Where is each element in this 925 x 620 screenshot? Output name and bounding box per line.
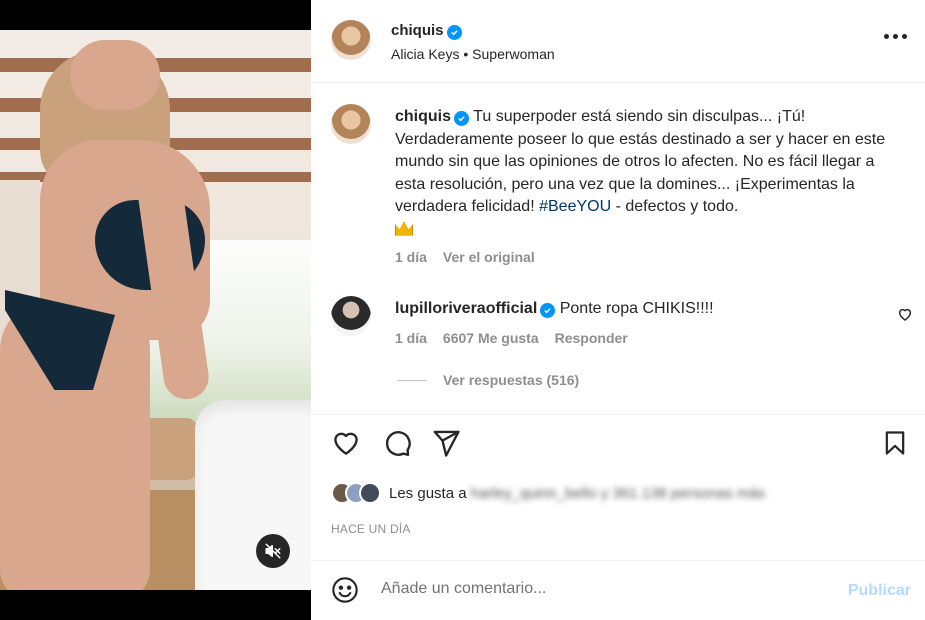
liker-avatar bbox=[359, 482, 381, 504]
share-icon[interactable] bbox=[431, 428, 461, 458]
emoji-icon[interactable] bbox=[331, 576, 359, 604]
username-text[interactable]: chiquis bbox=[391, 22, 444, 39]
view-replies-label[interactable]: Ver respuestas (516) bbox=[443, 372, 579, 388]
reply-button[interactable]: Responder bbox=[555, 330, 628, 346]
likes-summary[interactable]: Les gusta a harley_quinn_bello y 361.138… bbox=[331, 482, 765, 504]
post-media[interactable] bbox=[0, 0, 311, 620]
divider bbox=[311, 82, 925, 83]
post-header: chiquis Alicia Keys • Superwoman bbox=[311, 0, 925, 82]
audio-artist[interactable]: Alicia Keys bbox=[391, 46, 459, 62]
caption-username[interactable]: chiquis bbox=[395, 108, 451, 125]
bookmark-icon[interactable] bbox=[881, 428, 909, 458]
crown-icon bbox=[395, 221, 413, 236]
post-details-panel: chiquis Alicia Keys • Superwoman chiquis… bbox=[311, 0, 925, 620]
likes-prefix: Les gusta a bbox=[389, 484, 467, 502]
publish-button[interactable]: Publicar bbox=[848, 582, 911, 600]
comment-time[interactable]: 1 día bbox=[395, 330, 427, 346]
see-original-link[interactable]: Ver el original bbox=[443, 249, 535, 265]
verified-badge-icon bbox=[454, 111, 470, 126]
avatar[interactable] bbox=[331, 296, 371, 336]
comment-text: lupilloriveraofficial Ponte ropa CHIKIS!… bbox=[395, 300, 714, 318]
comment-body: Ponte ropa CHIKIS!!!! bbox=[559, 300, 714, 317]
speaker-muted-icon bbox=[265, 543, 281, 559]
caption-body-end: - defectos y todo. bbox=[611, 198, 739, 215]
comment-heart-icon[interactable] bbox=[897, 306, 913, 322]
divider bbox=[311, 560, 925, 561]
comment-icon[interactable] bbox=[382, 428, 412, 458]
post-author[interactable]: chiquis bbox=[391, 22, 462, 40]
view-replies[interactable]: Ver respuestas (516) bbox=[397, 372, 579, 388]
comment-input[interactable] bbox=[381, 580, 821, 598]
bed bbox=[195, 400, 311, 590]
replies-line bbox=[397, 379, 427, 381]
caption-meta: 1 día Ver el original bbox=[395, 249, 535, 265]
mute-button[interactable] bbox=[256, 534, 290, 568]
verified-badge-icon bbox=[540, 303, 556, 318]
avatar[interactable] bbox=[331, 20, 371, 60]
post-video[interactable] bbox=[0, 30, 311, 590]
divider bbox=[311, 414, 925, 415]
caption-time[interactable]: 1 día bbox=[395, 249, 427, 265]
face bbox=[70, 40, 160, 110]
caption-text: chiquis Tu superpoder está siendo sin di… bbox=[395, 106, 895, 241]
likes-blurred[interactable]: harley_quinn_bello y 361.138 personas má… bbox=[471, 485, 765, 502]
audio-separator: • bbox=[463, 46, 469, 62]
post-timestamp[interactable]: HACE UN DÍA bbox=[331, 522, 411, 536]
comment-likes[interactable]: 6607 Me gusta bbox=[443, 330, 539, 346]
likes-text: Les gusta a harley_quinn_bello y 361.138… bbox=[389, 485, 765, 502]
comment-meta: 1 día 6607 Me gusta Responder bbox=[395, 330, 628, 346]
verified-badge-icon bbox=[446, 25, 462, 40]
post-actions bbox=[311, 428, 925, 464]
more-options-icon[interactable] bbox=[884, 34, 907, 39]
add-comment-bar: Publicar bbox=[311, 562, 925, 620]
comment-username[interactable]: lupilloriveraofficial bbox=[395, 300, 537, 317]
audio-track[interactable]: Superwoman bbox=[472, 46, 555, 62]
avatar[interactable] bbox=[331, 104, 371, 144]
audio-info[interactable]: Alicia Keys • Superwoman bbox=[391, 46, 555, 62]
heart-icon[interactable] bbox=[331, 428, 361, 458]
hashtag-link[interactable]: #BeeYOU bbox=[539, 198, 611, 215]
